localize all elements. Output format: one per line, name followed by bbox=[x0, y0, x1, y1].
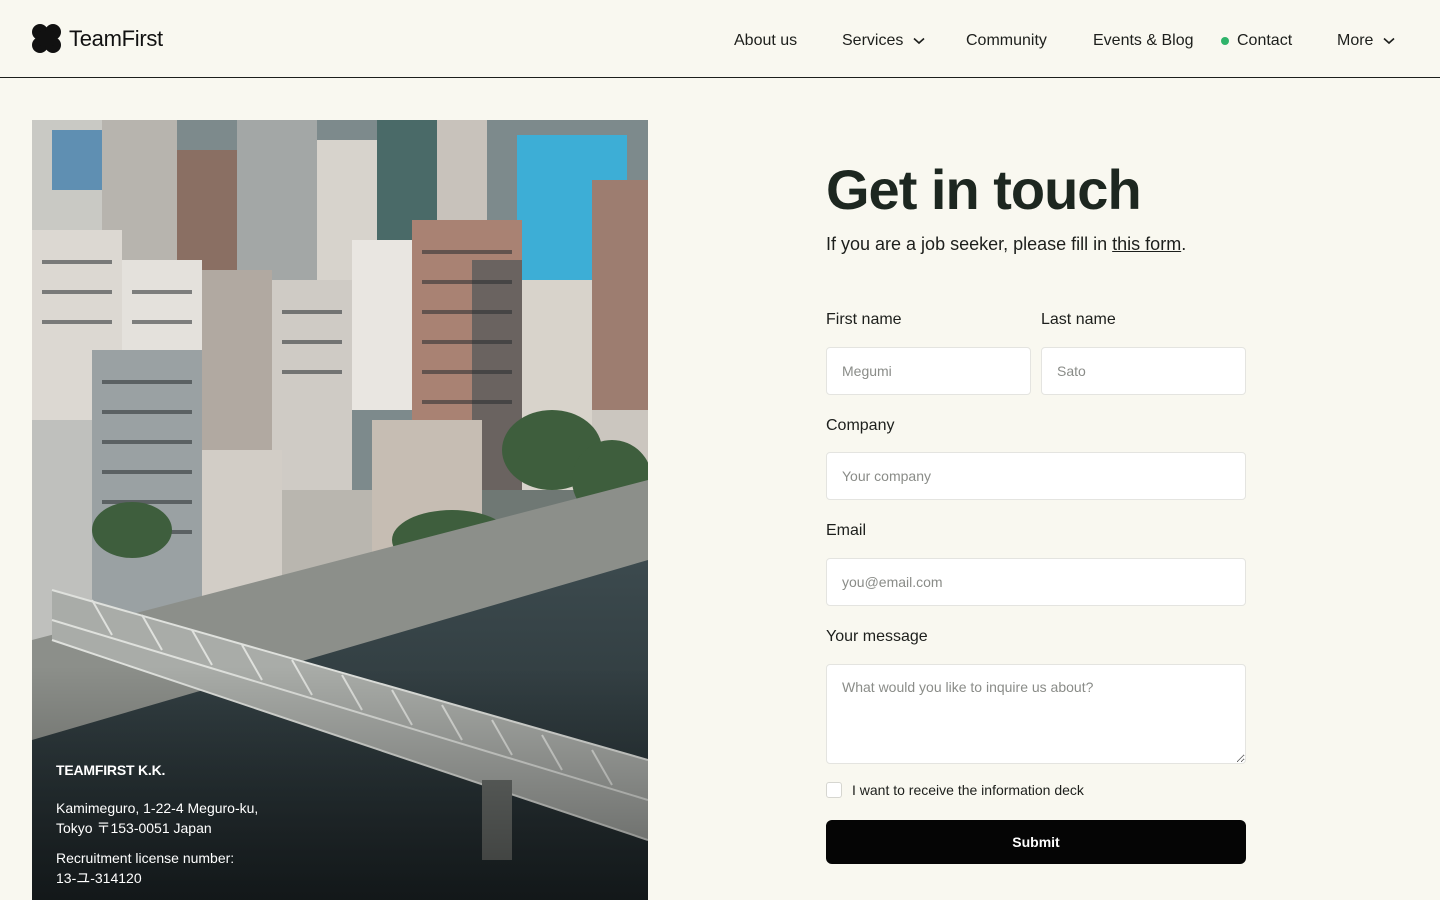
nav-contact[interactable]: Contact bbox=[1221, 30, 1292, 52]
office-address-line1: Kamimeguro, 1-22-4 Meguro-ku, bbox=[56, 800, 259, 816]
subtitle-suffix: . bbox=[1181, 234, 1187, 254]
nav-contact-label: Contact bbox=[1237, 32, 1293, 49]
job-seeker-form-link[interactable]: this form bbox=[1112, 234, 1181, 254]
company-label: Company bbox=[826, 417, 895, 434]
brand-name: TeamFirst bbox=[69, 25, 163, 51]
last-name-label: Last name bbox=[1041, 311, 1116, 328]
nav-about-us[interactable]: About us bbox=[734, 30, 797, 52]
chevron-down-icon bbox=[1383, 37, 1395, 45]
email-label: Email bbox=[826, 522, 867, 539]
contact-form: Get in touch If you are a job seeker, pl… bbox=[826, 150, 1246, 864]
nav-events-blog[interactable]: Events & Blog bbox=[1093, 30, 1194, 52]
chevron-down-icon bbox=[913, 37, 925, 45]
message-textarea[interactable] bbox=[826, 664, 1246, 764]
nav-community-label: Community bbox=[966, 32, 1047, 49]
nav-services-label: Services bbox=[842, 32, 904, 49]
first-name-input[interactable] bbox=[826, 347, 1031, 395]
subtitle-prefix: If you are a job seeker, please fill in bbox=[826, 234, 1113, 254]
site-header: TeamFirst About us Services Community Ev… bbox=[0, 0, 1440, 78]
nav-services[interactable]: Services bbox=[842, 30, 925, 52]
license-number: 13-ユ-314120 bbox=[56, 870, 142, 886]
first-name-label: First name bbox=[826, 311, 902, 328]
page-subtitle: If you are a job seeker, please fill in … bbox=[826, 234, 1246, 255]
active-dot-icon bbox=[1221, 37, 1229, 45]
office-city-photo: TEAMFIRST K.K. Kamimeguro, 1-22-4 Meguro… bbox=[32, 120, 648, 900]
brand-logo[interactable]: TeamFirst bbox=[32, 24, 163, 53]
email-input[interactable] bbox=[826, 558, 1246, 606]
nav-about-us-label: About us bbox=[734, 32, 798, 49]
office-address-block: TEAMFIRST K.K. Kamimeguro, 1-22-4 Meguro… bbox=[56, 760, 258, 888]
recruitment-license: Recruitment license number: 13-ユ-314120 bbox=[56, 848, 258, 888]
info-deck-checkbox-label: I want to receive the information deck bbox=[852, 782, 1084, 798]
last-name-input[interactable] bbox=[1041, 347, 1246, 395]
office-company-name: TEAMFIRST K.K. bbox=[56, 762, 166, 778]
nav-more[interactable]: More bbox=[1337, 30, 1395, 52]
info-deck-checkbox[interactable] bbox=[826, 782, 842, 798]
info-deck-checkbox-row[interactable]: I want to receive the information deck bbox=[826, 782, 1084, 798]
submit-button[interactable]: Submit bbox=[826, 820, 1246, 864]
license-label: Recruitment license number: bbox=[56, 850, 235, 866]
office-address-line2: Tokyo 〒153-0051 Japan bbox=[56, 820, 212, 836]
message-label: Your message bbox=[826, 628, 928, 645]
company-input[interactable] bbox=[826, 452, 1246, 500]
clover-logo-icon bbox=[32, 24, 61, 53]
nav-events-blog-label: Events & Blog bbox=[1093, 32, 1194, 49]
office-address: Kamimeguro, 1-22-4 Meguro-ku, Tokyo 〒153… bbox=[56, 798, 258, 838]
nav-community[interactable]: Community bbox=[966, 30, 1047, 52]
nav-more-label: More bbox=[1337, 32, 1374, 49]
page-title: Get in touch bbox=[826, 158, 1142, 221]
